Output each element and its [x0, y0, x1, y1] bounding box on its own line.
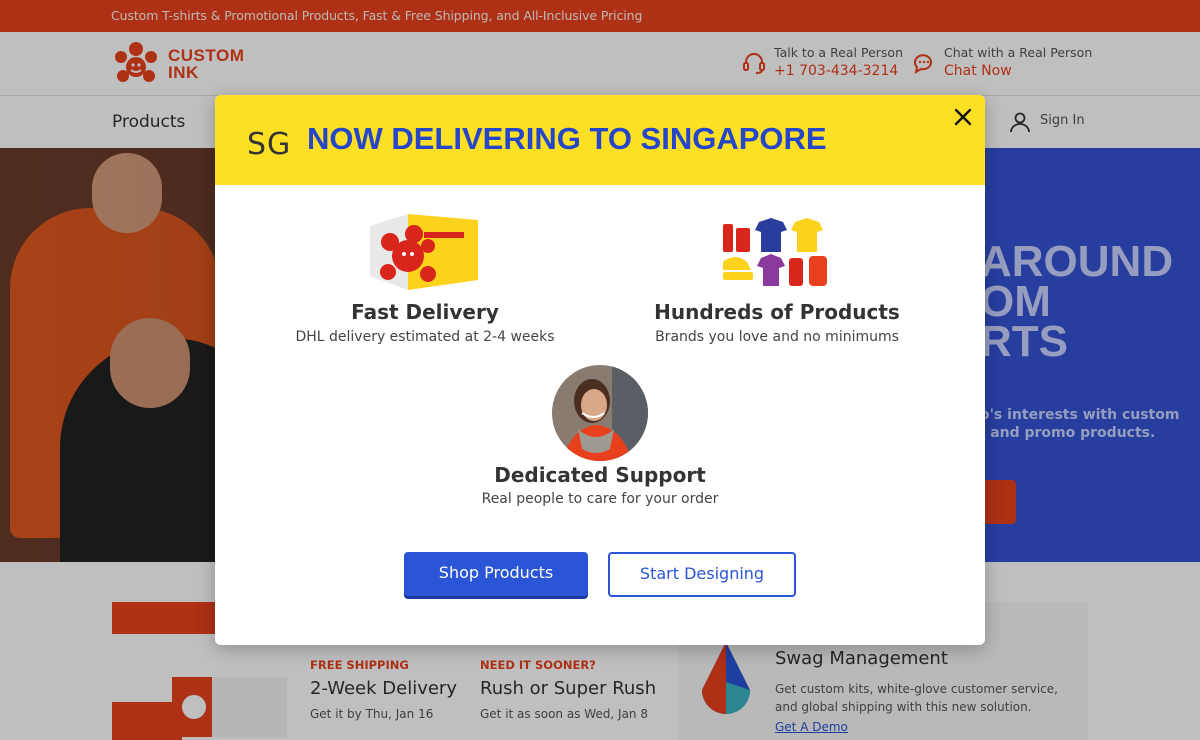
feature-description: Brands you love and no minimums [655, 329, 899, 345]
feature-fast-delivery: Fast Delivery DHL delivery estimated at … [275, 210, 575, 350]
feature-description: DHL delivery estimated at 2-4 weeks [295, 329, 555, 345]
close-icon[interactable] [951, 105, 975, 129]
support-agent-avatar [552, 365, 648, 461]
singapore-delivery-modal: SG NOW DELIVERING TO SINGAPORE Fast Deli… [215, 95, 985, 645]
dhl-box-icon [370, 214, 478, 290]
feature-description: Real people to care for your order [481, 491, 719, 507]
feature-title: Hundreds of Products [654, 300, 900, 324]
start-designing-button[interactable]: Start Designing [608, 552, 796, 597]
products-grid-icon [723, 218, 827, 286]
feature-title: Dedicated Support [494, 463, 706, 487]
feature-dedicated-support: Dedicated Support Real people to care fo… [450, 365, 750, 510]
shop-products-button[interactable]: Shop Products [404, 552, 588, 596]
feature-hundreds-of-products: Hundreds of Products Brands you love and… [627, 210, 927, 350]
country-code: SG [247, 127, 292, 162]
modal-header: SG NOW DELIVERING TO SINGAPORE [215, 95, 985, 185]
feature-title: Fast Delivery [351, 300, 499, 324]
modal-title: NOW DELIVERING TO SINGAPORE [307, 121, 827, 156]
